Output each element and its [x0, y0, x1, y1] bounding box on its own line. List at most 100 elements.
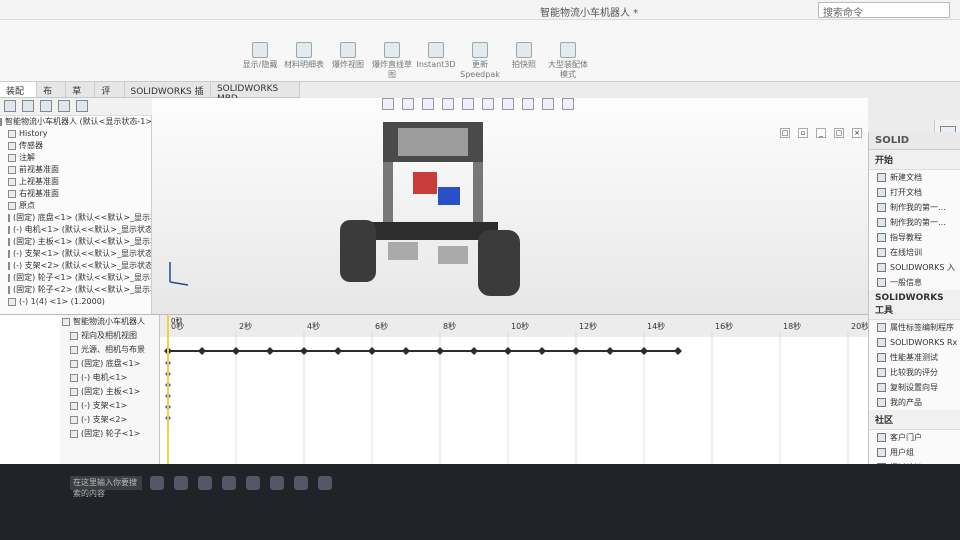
- tree-root[interactable]: 智能物流小车机器人 (默认<显示状态-1>): [0, 116, 151, 128]
- motion-tree-item[interactable]: (固定) 底盘<1>: [60, 357, 159, 371]
- ribbon-button-1[interactable]: 材料明细表: [284, 42, 324, 80]
- ribbon-button-label: 爆炸视图: [332, 60, 364, 69]
- minimize-icon[interactable]: _: [816, 128, 826, 138]
- start-item-5[interactable]: 在线培训: [869, 245, 960, 260]
- tools-item-5[interactable]: 我的产品: [869, 395, 960, 410]
- motion-tree-item[interactable]: (-) 支架<2>: [60, 413, 159, 427]
- robot-car-model[interactable]: [328, 112, 528, 302]
- ribbon-button-5[interactable]: 更新Speedpak: [460, 42, 500, 80]
- component-icon: [8, 166, 16, 174]
- graphics-area[interactable]: □ ▫ _ ▢ ×: [152, 98, 868, 314]
- start-item-3[interactable]: 制作我的第一…: [869, 215, 960, 230]
- start-item-0[interactable]: 新建文档: [869, 170, 960, 185]
- ribbon-button-7[interactable]: 大型装配体模式: [548, 42, 588, 80]
- motion-tree-item[interactable]: (-) 支架<1>: [60, 399, 159, 413]
- tree-item[interactable]: (固定) 轮子<2> (默认<<默认>_显示状态 1>): [0, 284, 151, 296]
- browser-icon[interactable]: [198, 476, 212, 490]
- ribbon-button-4[interactable]: Instant3D: [416, 42, 456, 80]
- store-icon[interactable]: [222, 476, 236, 490]
- hide-show-icon[interactable]: [502, 98, 514, 110]
- tools-item-label: 复制设置向导: [890, 383, 938, 392]
- tree-item-label: (-) 1(4) <1> (1.2000): [19, 297, 105, 306]
- settings-icon[interactable]: [150, 476, 164, 490]
- tools-item-0[interactable]: 属性标签编制程序: [869, 320, 960, 335]
- view-orientation-icon[interactable]: [462, 98, 474, 110]
- start-item-7[interactable]: 一般信息: [869, 275, 960, 290]
- tree-item[interactable]: 原点: [0, 200, 151, 212]
- tree-item-label: (固定) 轮子<1> (默认<<默认>_显示状态 1>): [13, 273, 151, 282]
- ribbon-button-0[interactable]: 显示/隐藏: [240, 42, 280, 80]
- tree-item[interactable]: (-) 1(4) <1> (1.2000): [0, 296, 151, 308]
- component-icon: [70, 388, 78, 396]
- property-manager-icon[interactable]: [22, 100, 34, 112]
- ribbon-button-3[interactable]: 爆炸直线草图: [372, 42, 412, 80]
- file-explorer-taskbar-icon[interactable]: [174, 476, 188, 490]
- mail-icon[interactable]: [246, 476, 260, 490]
- tree-item[interactable]: (固定) 底盘<1> (默认<<默认>_显示状态 1>): [0, 212, 151, 224]
- solidworks-taskbar-icon[interactable]: [318, 476, 332, 490]
- close-icon[interactable]: ×: [852, 128, 862, 138]
- motion-tree-item[interactable]: 智能物流小车机器人: [60, 315, 159, 329]
- display-manager-icon[interactable]: [76, 100, 88, 112]
- tab-2[interactable]: 草图: [66, 82, 96, 110]
- tree-item[interactable]: (-) 支架<1> (默认<<默认>_显示状态 1>): [0, 248, 151, 260]
- tree-item[interactable]: 右视基准面: [0, 188, 151, 200]
- tree-item[interactable]: (-) 电机<1> (默认<<默认>_显示状态 1>): [0, 224, 151, 236]
- tree-item[interactable]: 注解: [0, 152, 151, 164]
- scene-icon[interactable]: [542, 98, 554, 110]
- windows-taskbar: 在这里输入你要搜索的内容: [0, 464, 960, 540]
- section-view-icon[interactable]: [442, 98, 454, 110]
- tree-item[interactable]: History: [0, 128, 151, 140]
- tab-4[interactable]: SOLIDWORKS 插件: [125, 82, 211, 110]
- motion-tree-item[interactable]: (固定) 主板<1>: [60, 385, 159, 399]
- motion-tree-item[interactable]: 视向及相机视图: [60, 329, 159, 343]
- motion-tree-item[interactable]: 光源、相机与布景: [60, 343, 159, 357]
- tree-item[interactable]: 上视基准面: [0, 176, 151, 188]
- previous-view-icon[interactable]: [422, 98, 434, 110]
- config-manager-icon[interactable]: [40, 100, 52, 112]
- zoom-area-icon[interactable]: [402, 98, 414, 110]
- zoom-fit-icon[interactable]: [382, 98, 394, 110]
- tools-item-3[interactable]: 比较我的评分: [869, 365, 960, 380]
- maximize-icon[interactable]: ▢: [834, 128, 844, 138]
- motion-tree-item[interactable]: (固定) 轮子<1>: [60, 427, 159, 441]
- tree-item[interactable]: (-) 支架<2> (默认<<默认>_显示状态 1>): [0, 260, 151, 272]
- tree-item[interactable]: (固定) 主板<1> (默认<<默认>_显示状态 1>): [0, 236, 151, 248]
- tab-0[interactable]: 装配体: [0, 82, 38, 110]
- ribbon-button-label: 更新Speedpak: [460, 60, 500, 79]
- community-item-0[interactable]: 客户门户: [869, 430, 960, 445]
- viewport-window-buttons: □ ▫ _ ▢ ×: [780, 128, 862, 138]
- tree-item[interactable]: 传感器: [0, 140, 151, 152]
- appearance-icon[interactable]: [522, 98, 534, 110]
- tools-item-2[interactable]: 性能基准测试: [869, 350, 960, 365]
- command-search-input[interactable]: 搜索命令: [818, 2, 950, 19]
- motion-tree-item[interactable]: (-) 电机<1>: [60, 371, 159, 385]
- component-icon: [70, 416, 78, 424]
- start-item-2[interactable]: 制作我的第一…: [869, 200, 960, 215]
- taskbar-search-input[interactable]: 在这里输入你要搜索的内容: [70, 476, 142, 498]
- start-item-1[interactable]: 打开文档: [869, 185, 960, 200]
- start-item-4[interactable]: 指导教程: [869, 230, 960, 245]
- tab-3[interactable]: 评估: [95, 82, 125, 110]
- dimxpert-icon[interactable]: [58, 100, 70, 112]
- feature-tree-icon[interactable]: [4, 100, 16, 112]
- tab-1[interactable]: 布局: [37, 82, 67, 110]
- timeline-area[interactable]: 0秒 2秒 4秒 6秒 8秒 10秒 12秒 14秒 16秒 18秒 20秒0秒: [160, 315, 868, 465]
- chrome-icon[interactable]: [294, 476, 308, 490]
- community-item-1[interactable]: 用户组: [869, 445, 960, 460]
- tab-5[interactable]: SOLIDWORKS MBD: [211, 82, 300, 104]
- tools-item-4[interactable]: 复制设置向导: [869, 380, 960, 395]
- app-icon[interactable]: [270, 476, 284, 490]
- restore-icon[interactable]: □: [780, 128, 790, 138]
- ribbon-button-6[interactable]: 拍快照: [504, 42, 544, 80]
- tools-item-1[interactable]: SOLIDWORKS Rx: [869, 335, 960, 350]
- tree-item[interactable]: 前视基准面: [0, 164, 151, 176]
- tile-icon[interactable]: ▫: [798, 128, 808, 138]
- ribbon-button-2[interactable]: 爆炸视图: [328, 42, 368, 80]
- start-item-6[interactable]: SOLIDWORKS 入: [869, 260, 960, 275]
- display-style-icon[interactable]: [482, 98, 494, 110]
- title-bar: 智能物流小车机器人 * 搜索命令: [0, 0, 960, 20]
- view-settings-icon[interactable]: [562, 98, 574, 110]
- tree-item[interactable]: (固定) 轮子<1> (默认<<默认>_显示状态 1>): [0, 272, 151, 284]
- document-title: 智能物流小车机器人 *: [540, 8, 639, 19]
